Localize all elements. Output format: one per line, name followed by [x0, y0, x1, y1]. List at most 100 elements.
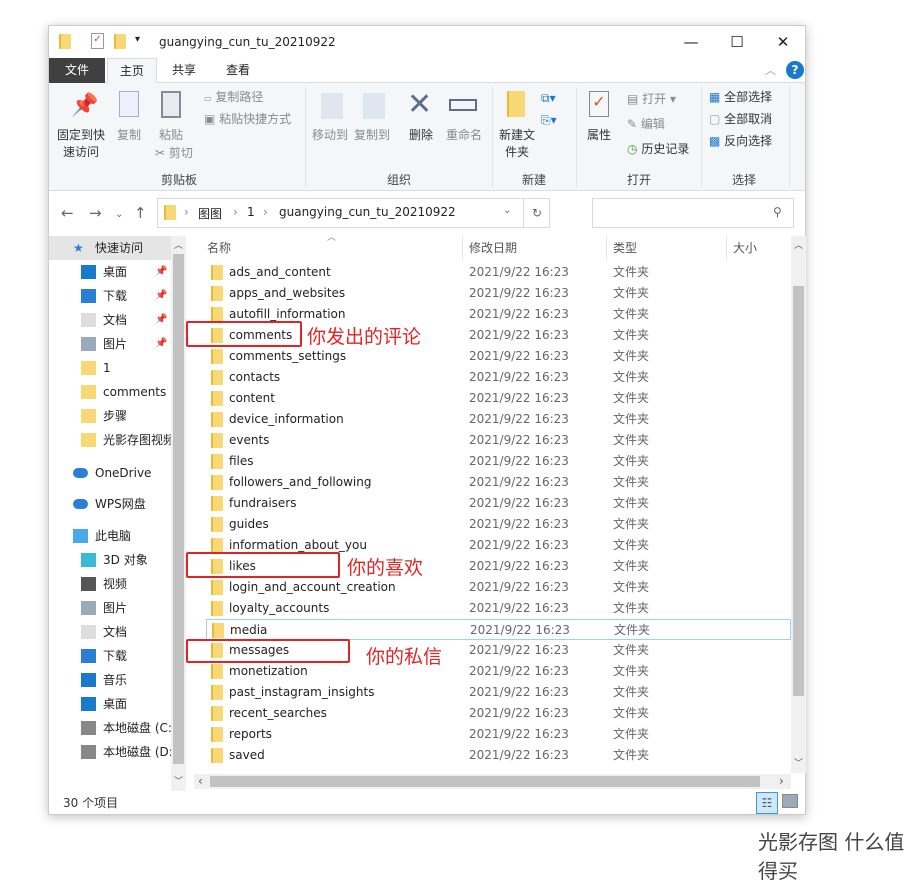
- sidebar-item[interactable]: 文档: [49, 620, 171, 644]
- new-folder-button[interactable]: 新建文件夹: [497, 127, 537, 161]
- file-row[interactable]: apps_and_websites 2021/9/22 16:23 文件夹: [206, 283, 791, 304]
- address-dropdown-icon[interactable]: ⌄: [503, 205, 511, 216]
- sidebar-item[interactable]: 本地磁盘 (C:): [49, 716, 171, 740]
- scroll-down-icon[interactable]: ﹀: [794, 756, 803, 769]
- sidebar-item[interactable]: ★ 快速访问: [49, 236, 171, 260]
- sidebar-item[interactable]: 下载 📌: [49, 284, 171, 308]
- copy-button[interactable]: 复制: [113, 127, 145, 144]
- scroll-right-icon[interactable]: ›: [779, 774, 784, 788]
- file-list-scrollbar[interactable]: ︿ ﹀: [791, 236, 806, 773]
- file-row[interactable]: media 2021/9/22 16:23 文件夹: [206, 619, 791, 640]
- file-row[interactable]: recent_searches 2021/9/22 16:23 文件夹: [206, 703, 791, 724]
- scroll-up-icon[interactable]: ︿: [174, 238, 183, 251]
- delete-button[interactable]: 删除: [403, 127, 439, 144]
- column-header-size[interactable]: 大小: [726, 236, 757, 260]
- file-row[interactable]: device_information 2021/9/22 16:23 文件夹: [206, 409, 791, 430]
- file-row[interactable]: ads_and_content 2021/9/22 16:23 文件夹: [206, 262, 791, 283]
- tab-share[interactable]: 共享: [159, 58, 209, 83]
- paste-button[interactable]: 粘贴: [155, 127, 187, 144]
- sidebar-scrollbar[interactable]: ︿ ﹀: [171, 236, 186, 791]
- rename-button[interactable]: 重命名: [443, 127, 485, 144]
- scrollbar-thumb[interactable]: [210, 776, 760, 787]
- sidebar-item[interactable]: WPS网盘: [49, 492, 171, 516]
- new-folder-quick-icon[interactable]: [114, 34, 126, 49]
- file-row[interactable]: comments_settings 2021/9/22 16:23 文件夹: [206, 346, 791, 367]
- invert-selection-button[interactable]: ▩ 反向选择: [709, 133, 772, 150]
- scrollbar-thumb[interactable]: [793, 286, 804, 696]
- file-row[interactable]: saved 2021/9/22 16:23 文件夹: [206, 745, 791, 766]
- minimize-button[interactable]: —: [671, 30, 711, 54]
- sidebar-item[interactable]: OneDrive: [49, 461, 171, 485]
- select-all-button[interactable]: ▦ 全部选择: [709, 89, 772, 106]
- sidebar-item[interactable]: 本地磁盘 (D:): [49, 740, 171, 764]
- collapse-ribbon-icon[interactable]: ︿: [765, 62, 776, 78]
- file-row[interactable]: fundraisers 2021/9/22 16:23 文件夹: [206, 493, 791, 514]
- edit-button[interactable]: ✎ 编辑: [627, 116, 665, 133]
- details-view-icon[interactable]: ☷: [756, 792, 778, 814]
- column-header-date[interactable]: 修改日期: [462, 236, 517, 260]
- sidebar-item[interactable]: 桌面: [49, 692, 171, 716]
- sidebar-item[interactable]: 文档 📌: [49, 308, 171, 332]
- pin-icon[interactable]: 📌: [155, 308, 167, 332]
- maximize-button[interactable]: ☐: [717, 30, 757, 54]
- column-header-type[interactable]: 类型: [606, 236, 637, 260]
- open-button[interactable]: ▤ 打开 ▾: [627, 91, 676, 108]
- copy-to-button[interactable]: 复制到: [351, 127, 393, 144]
- file-row[interactable]: content 2021/9/22 16:23 文件夹: [206, 388, 791, 409]
- file-row[interactable]: monetization 2021/9/22 16:23 文件夹: [206, 661, 791, 682]
- sidebar-item[interactable]: 此电脑: [49, 524, 171, 548]
- properties-button[interactable]: 属性: [581, 127, 617, 144]
- easy-access-icon[interactable]: ⎘▾: [541, 113, 557, 128]
- breadcrumb-item[interactable]: 1: [247, 205, 255, 219]
- up-button[interactable]: ↑: [134, 204, 147, 222]
- refresh-icon[interactable]: ↻: [523, 199, 550, 227]
- sidebar-item[interactable]: 下载: [49, 644, 171, 668]
- file-row[interactable]: events 2021/9/22 16:23 文件夹: [206, 430, 791, 451]
- file-row[interactable]: loyalty_accounts 2021/9/22 16:23 文件夹: [206, 598, 791, 619]
- copy-path-button[interactable]: ▭ 复制路径: [204, 89, 263, 107]
- sidebar-item[interactable]: 光影存图视频: [49, 428, 171, 452]
- move-to-button[interactable]: 移动到: [309, 127, 351, 144]
- scroll-up-icon[interactable]: ︿: [794, 238, 803, 251]
- customize-toolbar-icon[interactable]: ▾: [135, 34, 140, 45]
- file-row[interactable]: past_instagram_insights 2021/9/22 16:23 文件…: [206, 682, 791, 703]
- sidebar-item[interactable]: 步骤: [49, 404, 171, 428]
- file-row[interactable]: reports 2021/9/22 16:23 文件夹: [206, 724, 791, 745]
- scrollbar-thumb[interactable]: [173, 254, 184, 764]
- file-row[interactable]: guides 2021/9/22 16:23 文件夹: [206, 514, 791, 535]
- select-none-button[interactable]: ▢ 全部取消: [709, 111, 772, 128]
- recent-locations-button[interactable]: ⌄: [115, 209, 123, 220]
- sidebar-item[interactable]: 视频: [49, 572, 171, 596]
- breadcrumb-item[interactable]: guangying_cun_tu_20210922: [279, 205, 456, 219]
- cut-button[interactable]: ✂ 剪切: [155, 145, 205, 162]
- history-button[interactable]: ◷ 历史记录: [627, 141, 689, 158]
- column-header-name[interactable]: 名称: [207, 236, 231, 260]
- sidebar-item[interactable]: 3D 对象: [49, 548, 171, 572]
- sidebar-item[interactable]: 音乐: [49, 668, 171, 692]
- properties-quick-icon[interactable]: ✓: [91, 33, 104, 49]
- sidebar-item[interactable]: comments: [49, 380, 171, 404]
- tab-home[interactable]: 主页: [107, 58, 157, 83]
- pin-icon[interactable]: 📌: [155, 332, 167, 356]
- forward-button[interactable]: →: [89, 204, 102, 222]
- back-button[interactable]: ←: [61, 204, 74, 222]
- new-item-icon[interactable]: ⧉▾: [541, 91, 556, 106]
- sidebar-item[interactable]: 图片: [49, 596, 171, 620]
- tab-view[interactable]: 查看: [213, 58, 263, 83]
- pin-icon[interactable]: 📌: [155, 284, 167, 308]
- close-button[interactable]: ✕: [763, 30, 803, 54]
- horizontal-scrollbar[interactable]: ‹ ›: [194, 774, 791, 789]
- paste-shortcut-button[interactable]: ▣ 粘贴快捷方式: [204, 111, 291, 128]
- tab-file[interactable]: 文件: [49, 58, 105, 83]
- scroll-down-icon[interactable]: ﹀: [174, 774, 183, 787]
- large-icons-view-icon[interactable]: [782, 794, 798, 808]
- sidebar-item[interactable]: 图片 📌: [49, 332, 171, 356]
- sidebar-item[interactable]: 1: [49, 356, 171, 380]
- pin-icon[interactable]: 📌: [155, 260, 167, 284]
- address-bar[interactable]: › 图图 › 1 › guangying_cun_tu_20210922 ⌄ ↻: [157, 198, 550, 228]
- scroll-left-icon[interactable]: ‹: [198, 774, 203, 788]
- file-row[interactable]: files 2021/9/22 16:23 文件夹: [206, 451, 791, 472]
- search-input[interactable]: ⚲: [592, 198, 794, 228]
- breadcrumb-item[interactable]: 图图: [198, 205, 222, 222]
- pin-quick-access-button[interactable]: 固定到快速访问: [55, 127, 107, 161]
